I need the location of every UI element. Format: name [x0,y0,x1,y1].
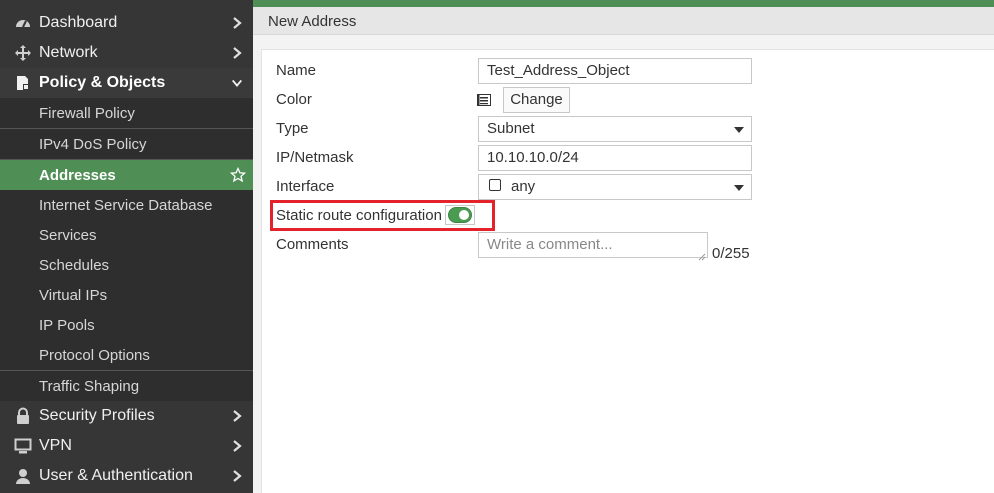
chevron-right-icon [231,45,243,61]
star-icon[interactable] [229,167,247,183]
sidebar-item-label: Traffic Shaping [39,377,140,395]
sidebar-item-label: IPv4 DoS Policy [39,135,147,153]
sidebar-item-ip-pools[interactable]: IP Pools [0,310,253,340]
sidebar-item-network[interactable]: Network [0,38,253,68]
comments-label: Comments [276,236,349,253]
top-accent-bar [253,0,994,7]
ip-netmask-input[interactable]: 10.10.10.0/24 [478,145,752,171]
chevron-down-icon [231,75,243,91]
comments-placeholder: Write a comment... [487,236,613,253]
dashboard-icon [14,14,32,32]
color-swatch-icon [477,93,491,106]
interface-item-checkbox-icon [489,179,501,191]
sidebar-item-ipv4-dos-policy[interactable]: IPv4 DoS Policy [0,129,253,159]
sidebar-item-label: Addresses [39,166,116,184]
network-move-icon [14,44,32,62]
dropdown-caret-icon [734,127,744,133]
sidebar-item-label: Protocol Options [39,346,150,364]
sidebar-item-label: Internet Service Database [39,196,213,214]
sidebar-item-vpn[interactable]: VPN [0,431,253,461]
page-header: New Address [253,7,994,35]
name-input[interactable]: Test_Address_Object [478,58,752,84]
dropdown-caret-icon [734,185,744,191]
sidebar: Dashboard Network Policy & Objects Firew… [0,0,253,493]
lock-icon [14,407,32,425]
sidebar-item-addresses[interactable]: Addresses [0,160,253,190]
sidebar-item-policy-objects[interactable]: Policy & Objects [0,68,253,98]
sidebar-item-label: Security Profiles [39,407,155,424]
sidebar-item-label: Schedules [39,256,110,274]
type-select-value: Subnet [487,120,535,137]
sidebar-item-traffic-shaping[interactable]: Traffic Shaping [0,371,253,401]
resize-handle-icon[interactable] [698,248,706,261]
comments-counter: 0/255 [712,245,750,262]
chevron-right-icon [231,15,243,31]
page-title: New Address [268,13,357,30]
sidebar-item-label: VPN [39,437,72,454]
toggle-knob [459,210,469,220]
sidebar-item-protocol-options[interactable]: Protocol Options [0,340,253,370]
sidebar-item-label: Network [39,44,98,61]
type-select[interactable]: Subnet [478,116,752,142]
chevron-right-icon [231,438,243,454]
name-label: Name [276,62,317,79]
interface-select-value: any [511,178,536,195]
user-icon [14,467,32,485]
type-label: Type [276,120,309,137]
ip-netmask-label: IP/Netmask [276,149,354,166]
static-route-toggle[interactable] [448,207,472,223]
sidebar-item-firewall-policy[interactable]: Firewall Policy [0,98,253,128]
sidebar-item-label: Policy & Objects [39,74,166,91]
chevron-right-icon [231,408,243,424]
policy-icon [14,74,32,92]
sidebar-item-user-authentication[interactable]: User & Authentication [0,461,253,491]
sidebar-item-label: IP Pools [39,316,95,334]
sidebar-item-internet-service-database[interactable]: Internet Service Database [0,190,253,220]
sidebar-item-label: Virtual IPs [39,286,108,304]
interface-label: Interface [276,178,335,195]
color-change-button[interactable]: Change [503,87,570,113]
sidebar-item-dashboard[interactable]: Dashboard [0,8,253,38]
chevron-right-icon [231,468,243,484]
sidebar-item-label: Services [39,226,97,244]
color-label: Color [276,91,312,108]
sidebar-item-label: User & Authentication [39,467,193,484]
sidebar-item-label: Dashboard [39,14,118,31]
static-route-label: Static route configuration [276,207,442,224]
sidebar-item-services[interactable]: Services [0,220,253,250]
sidebar-item-virtual-ips[interactable]: Virtual IPs [0,280,253,310]
sidebar-item-label: Firewall Policy [39,104,135,122]
monitor-icon [14,437,32,455]
sidebar-item-schedules[interactable]: Schedules [0,250,253,280]
sidebar-item-security-profiles[interactable]: Security Profiles [0,401,253,431]
comments-textarea[interactable]: Write a comment... [478,232,708,261]
